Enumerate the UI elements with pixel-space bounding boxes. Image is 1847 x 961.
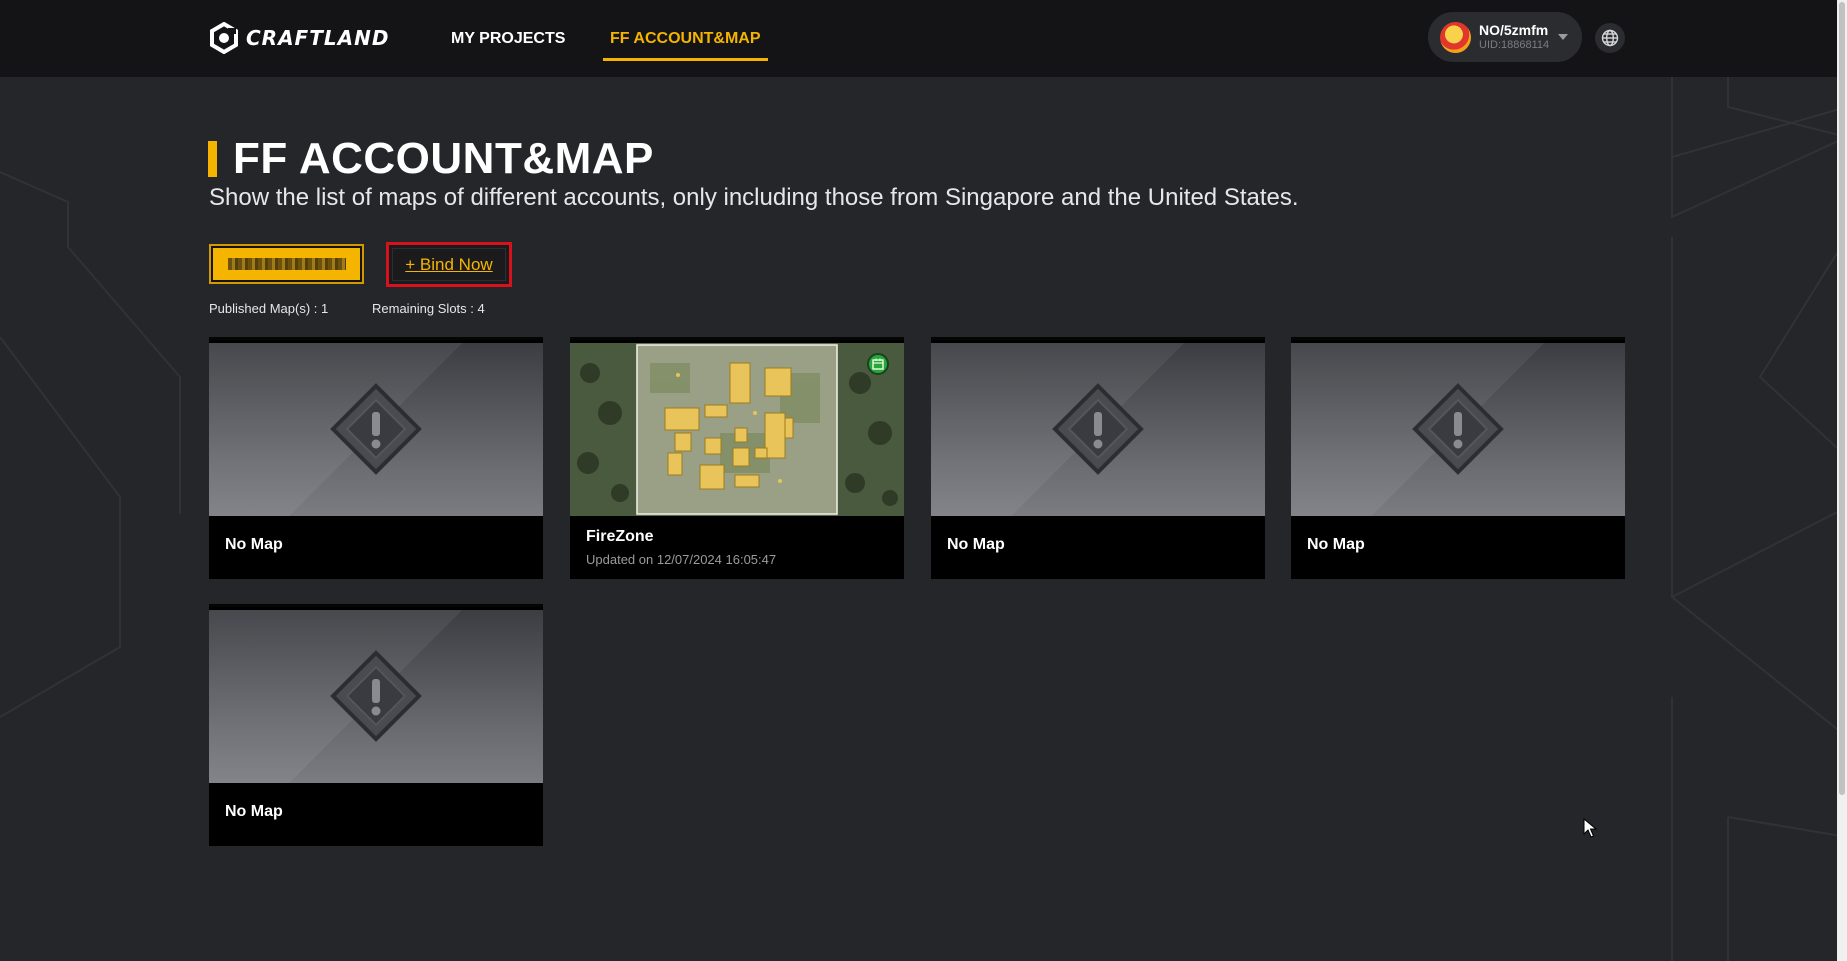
map-preview-image (570, 343, 904, 516)
user-uid: UID:18868114 (1479, 38, 1550, 51)
map-card-empty[interactable]: No Map (1291, 337, 1625, 579)
calendar-icon (867, 353, 889, 375)
warning-icon (330, 650, 422, 742)
map-card-empty[interactable]: No Map (931, 337, 1265, 579)
remaining-slots-count: Remaining Slots : 4 (372, 301, 485, 316)
map-stats: Published Map(s) : 1 Remaining Slots : 4 (209, 301, 485, 316)
avatar (1440, 21, 1471, 53)
craftland-logo-icon (210, 22, 238, 54)
map-updated-date: Updated on 12/07/2024 16:05:47 (586, 552, 777, 567)
user-info: NO/5zmfm UID:18868114 (1479, 22, 1549, 52)
empty-map-thumbnail (931, 343, 1265, 516)
page-title: FF ACCOUNT&MAP (208, 134, 654, 184)
craftland-logo[interactable]: CRAFTLAND (208, 20, 389, 56)
page-description: Show the list of maps of different accou… (209, 184, 1299, 211)
card-label: No Map (947, 536, 1005, 553)
empty-map-thumbnail (209, 343, 543, 516)
mouse-cursor-icon (1583, 818, 1597, 838)
map-thumbnail (570, 343, 904, 516)
page-title-text: FF ACCOUNT&MAP (233, 134, 654, 183)
warning-icon (1412, 383, 1504, 475)
chevron-down-icon (1558, 34, 1568, 40)
user-name: NO/5zmfm (1479, 22, 1549, 38)
map-card-firezone[interactable]: FireZone Updated on 12/07/2024 16:05:47 (570, 337, 904, 579)
top-navigation-bar: CRAFTLAND MY PROJECTS FF ACCOUNT&MAP NO/… (0, 0, 1837, 77)
nav-ff-account-map[interactable]: FF ACCOUNT&MAP (603, 0, 768, 77)
warning-icon (1052, 383, 1144, 475)
title-accent-bar (208, 141, 217, 177)
nav-my-projects[interactable]: MY PROJECTS (451, 0, 565, 77)
blurred-account-id (227, 258, 346, 270)
empty-map-thumbnail (209, 610, 543, 783)
warning-icon (330, 383, 422, 475)
card-label: No Map (225, 803, 283, 820)
scrollbar-thumb[interactable] (1839, 2, 1845, 795)
card-label: No Map (1307, 536, 1365, 553)
map-card-empty[interactable]: No Map (209, 337, 543, 579)
empty-map-thumbnail (1291, 343, 1625, 516)
user-menu[interactable]: NO/5zmfm UID:18868114 (1428, 12, 1582, 62)
bind-now-label: + Bind Now (392, 248, 506, 281)
map-card-empty[interactable]: No Map (209, 604, 543, 846)
map-title: FireZone (586, 528, 654, 545)
globe-icon (1601, 29, 1619, 47)
page-scrollbar[interactable] (1837, 0, 1847, 961)
bind-now-button[interactable]: + Bind Now (386, 242, 512, 287)
published-maps-count: Published Map(s) : 1 (209, 301, 329, 316)
card-label: No Map (225, 536, 283, 553)
logo-text: CRAFTLAND (246, 26, 390, 50)
language-button[interactable] (1595, 23, 1625, 53)
account-selector-chip[interactable] (209, 244, 364, 284)
